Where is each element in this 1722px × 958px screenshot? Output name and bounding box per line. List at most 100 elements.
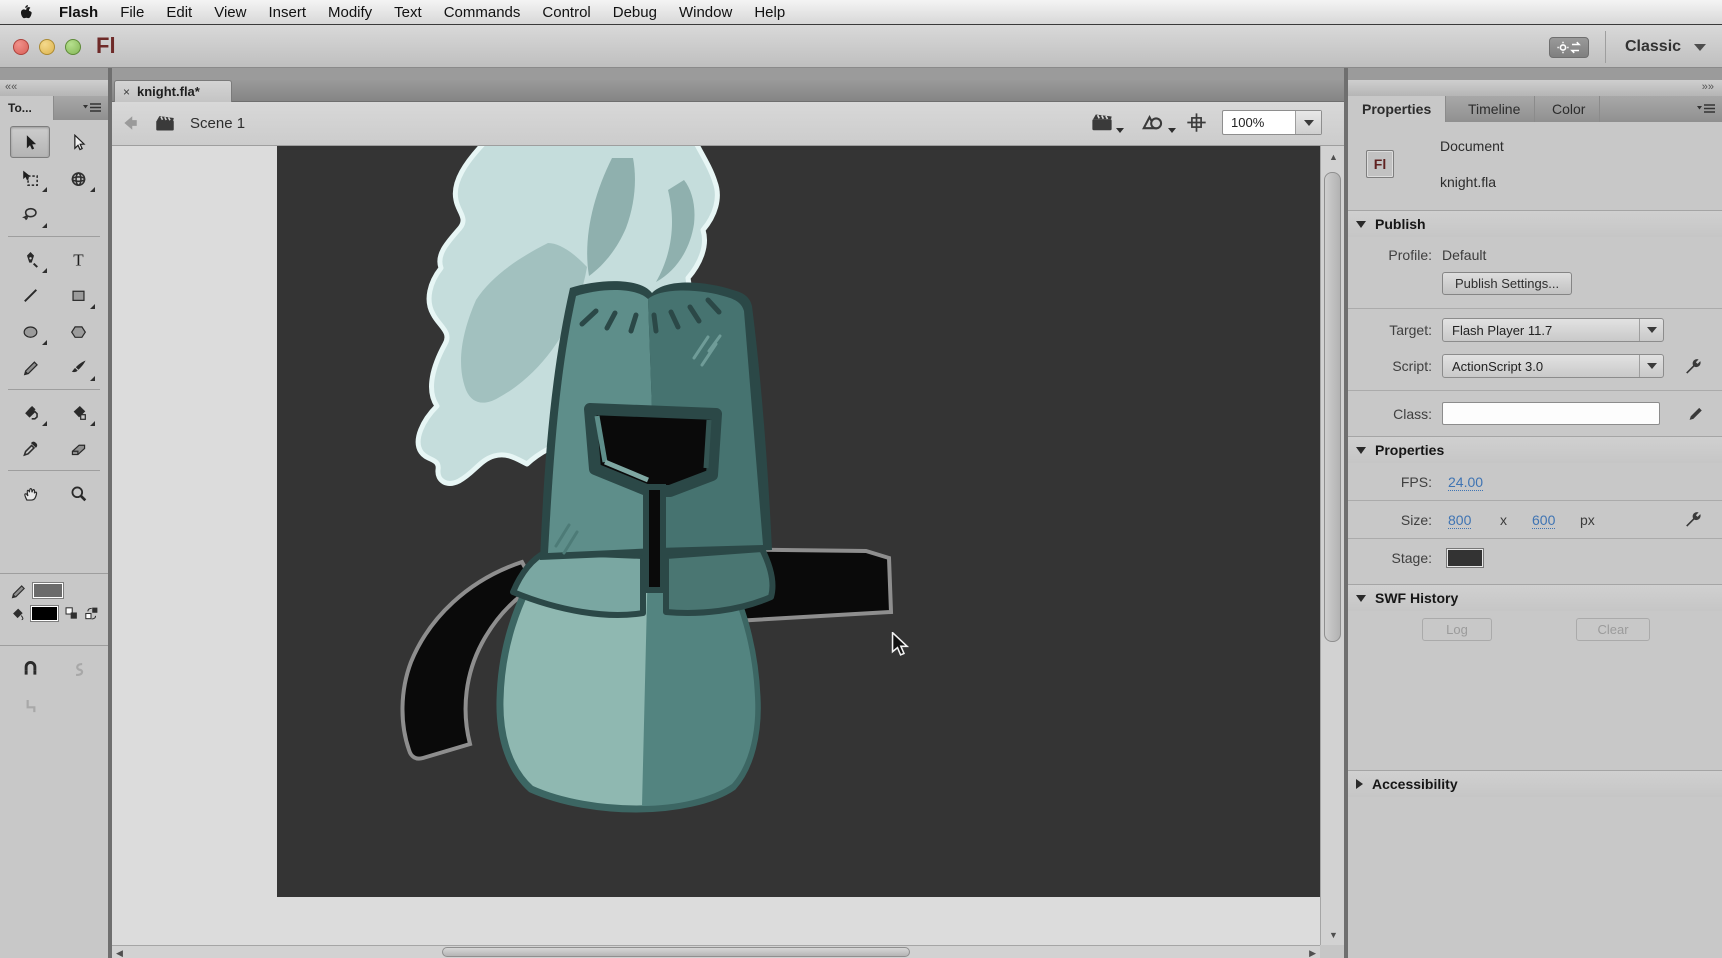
zoom-level-caret-icon[interactable]: [1295, 111, 1321, 134]
rectangle-icon: [70, 287, 87, 304]
line-tool[interactable]: [10, 279, 50, 311]
class-edit-pencil-icon[interactable]: [1688, 405, 1704, 421]
document-filename[interactable]: knight.fla: [1440, 174, 1496, 190]
stage[interactable]: [277, 146, 1320, 897]
menu-commands[interactable]: Commands: [433, 0, 532, 25]
selection-tool[interactable]: [10, 126, 50, 158]
scroll-up-icon[interactable]: ▲: [1329, 152, 1338, 162]
menu-view[interactable]: View: [203, 0, 257, 25]
menu-insert[interactable]: Insert: [257, 0, 317, 25]
scroll-down-icon[interactable]: ▼: [1329, 930, 1338, 940]
stroke-color-swatch[interactable]: [32, 582, 64, 599]
free-transform-tool[interactable]: [10, 162, 50, 194]
target-caret-icon[interactable]: [1639, 319, 1663, 341]
back-arrow-icon[interactable]: [120, 114, 140, 132]
horizontal-scrollbar-thumb[interactable]: [442, 947, 910, 957]
menu-text[interactable]: Text: [383, 0, 433, 25]
snap-to-objects-toggle[interactable]: [10, 653, 50, 685]
oval-tool[interactable]: [10, 315, 50, 347]
menu-help[interactable]: Help: [743, 0, 796, 25]
rotate-3d-tool[interactable]: [58, 162, 98, 194]
accessibility-expand-icon[interactable]: [1356, 779, 1363, 789]
stage-color-swatch[interactable]: [1446, 548, 1484, 568]
swf-clear-button[interactable]: Clear: [1576, 618, 1650, 641]
publish-collapse-icon[interactable]: [1356, 221, 1366, 228]
black-white-colors-icon[interactable]: [65, 606, 78, 621]
rectangle-tool[interactable]: [58, 279, 98, 311]
lasso-icon: [22, 206, 39, 223]
tab-close-icon[interactable]: ×: [123, 85, 130, 99]
publish-settings-button[interactable]: Publish Settings...: [1442, 272, 1572, 295]
zoom-level-select[interactable]: 100%: [1222, 110, 1322, 135]
target-dropdown[interactable]: Flash Player 11.7: [1442, 318, 1664, 342]
tools-collapse-button[interactable]: ««: [0, 80, 108, 96]
scene-breadcrumb[interactable]: Scene 1: [190, 115, 245, 132]
vertical-scrollbar[interactable]: ▲ ▼: [1320, 146, 1344, 945]
tab-timeline[interactable]: Timeline: [1454, 96, 1535, 122]
eyedropper-tool[interactable]: [10, 432, 50, 464]
menu-file[interactable]: File: [109, 0, 155, 25]
tools-panel-menu-icon[interactable]: [82, 102, 102, 114]
menu-flash[interactable]: Flash: [48, 0, 109, 25]
publish-section-header[interactable]: Publish: [1348, 210, 1722, 237]
scroll-right-icon[interactable]: ▶: [1309, 948, 1316, 958]
eraser-tool[interactable]: [58, 432, 98, 464]
fps-value[interactable]: 24.00: [1448, 474, 1483, 491]
scroll-left-icon[interactable]: ◀: [116, 948, 123, 958]
brush-tool[interactable]: [58, 351, 98, 383]
ink-bottle-tool[interactable]: [10, 396, 50, 428]
menu-bar: Flash File Edit View Insert Modify Text …: [0, 0, 1722, 25]
menu-window[interactable]: Window: [668, 0, 743, 25]
workspace-switcher-icon[interactable]: [1549, 37, 1589, 58]
edit-scene-icon[interactable]: [1090, 111, 1114, 133]
accessibility-section-header[interactable]: Accessibility: [1348, 770, 1722, 797]
lasso-tool[interactable]: [10, 198, 50, 230]
apple-menu-icon[interactable]: [0, 4, 48, 20]
minimize-window-button[interactable]: [39, 39, 55, 55]
tab-properties[interactable]: Properties: [1348, 96, 1446, 122]
menu-edit[interactable]: Edit: [155, 0, 203, 25]
class-input[interactable]: [1442, 402, 1660, 425]
hand-tool[interactable]: [10, 477, 50, 509]
tools-panel-tab[interactable]: To...: [0, 96, 54, 120]
panel-collapse-button[interactable]: »»: [1348, 80, 1722, 96]
paint-bucket-tool[interactable]: [58, 396, 98, 428]
canvas-viewport[interactable]: [112, 146, 1320, 945]
properties-collapse-icon[interactable]: [1356, 447, 1366, 454]
knight-artwork[interactable]: [277, 146, 1320, 897]
pencil-tool[interactable]: [10, 351, 50, 383]
script-dropdown[interactable]: ActionScript 3.0: [1442, 354, 1664, 378]
stage-width-value[interactable]: 800: [1448, 512, 1471, 529]
swf-log-button[interactable]: Log: [1422, 618, 1492, 641]
tab-color[interactable]: Color: [1538, 96, 1600, 122]
edit-scene-caret-icon[interactable]: [1116, 128, 1124, 133]
swf-history-collapse-icon[interactable]: [1356, 595, 1366, 602]
workspace-caret-icon[interactable]: [1694, 44, 1706, 51]
workspace-selector[interactable]: Classic: [1625, 38, 1681, 56]
menu-debug[interactable]: Debug: [602, 0, 668, 25]
menu-control[interactable]: Control: [531, 0, 601, 25]
vertical-scrollbar-thumb[interactable]: [1324, 172, 1341, 642]
swf-history-section-header[interactable]: SWF History: [1348, 584, 1722, 611]
size-settings-wrench-icon[interactable]: [1684, 510, 1702, 528]
script-caret-icon[interactable]: [1639, 355, 1663, 377]
zoom-tool[interactable]: [58, 477, 98, 509]
properties-panel-menu-icon[interactable]: [1696, 103, 1716, 115]
horizontal-scrollbar[interactable]: ◀ ▶: [112, 945, 1320, 958]
polystar-tool[interactable]: [58, 315, 98, 347]
fill-color-swatch[interactable]: [30, 605, 59, 622]
edit-symbols-icon[interactable]: [1140, 111, 1164, 133]
menu-modify[interactable]: Modify: [317, 0, 383, 25]
text-tool[interactable]: T: [58, 243, 98, 275]
zoom-window-button[interactable]: [65, 39, 81, 55]
edit-symbols-caret-icon[interactable]: [1168, 128, 1176, 133]
stage-height-value[interactable]: 600: [1532, 512, 1555, 529]
swap-colors-icon[interactable]: [85, 606, 98, 621]
document-tab[interactable]: × knight.fla*: [114, 80, 232, 102]
properties-section-header[interactable]: Properties: [1348, 436, 1722, 463]
subselection-tool[interactable]: [58, 126, 98, 158]
pen-tool[interactable]: [10, 243, 50, 275]
clip-center-frame-icon[interactable]: [1186, 112, 1207, 133]
script-settings-wrench-icon[interactable]: [1684, 357, 1702, 375]
close-window-button[interactable]: [13, 39, 29, 55]
